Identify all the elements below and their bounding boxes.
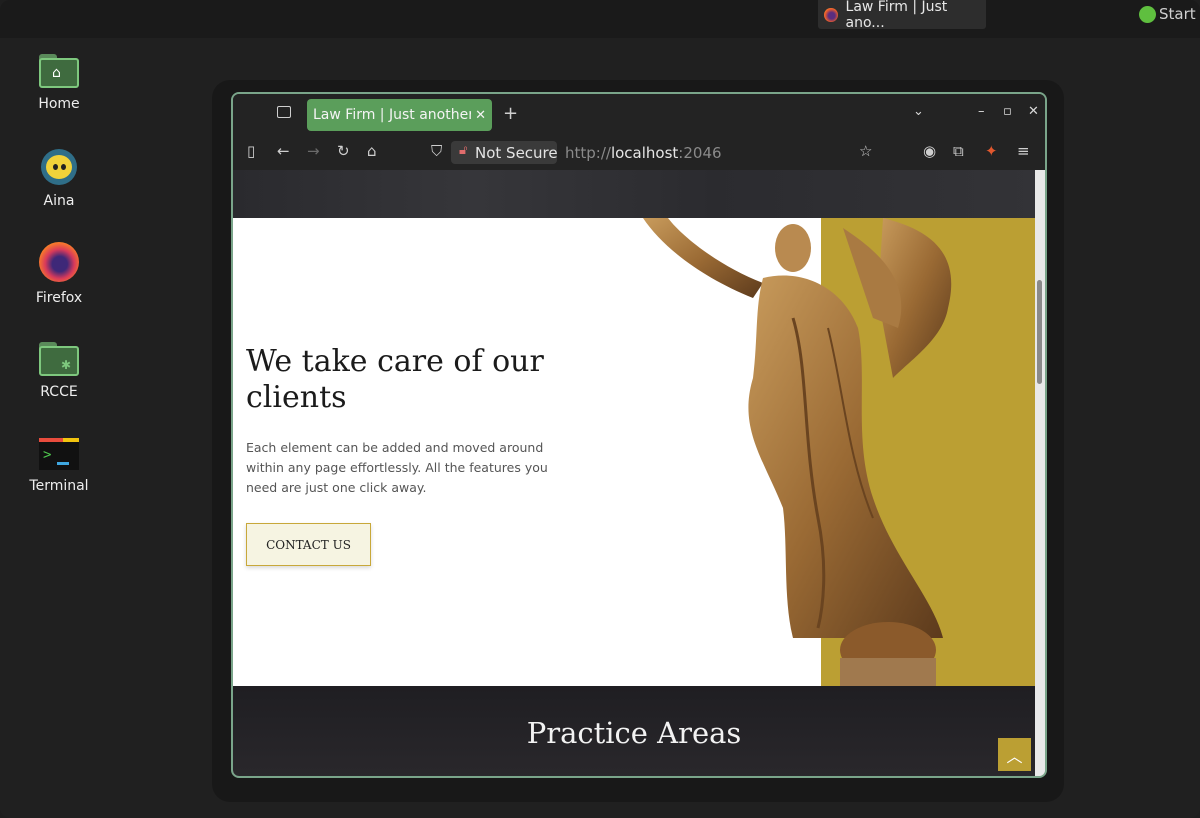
firefox-icon	[39, 242, 79, 282]
scrollbar-thumb[interactable]	[1037, 280, 1042, 384]
browser-window: Law Firm | Just another ✕ + ⌄ – ▫ ✕ ▯ ← …	[231, 92, 1047, 778]
url-host: localhost	[610, 144, 679, 162]
terminal-icon: >	[39, 438, 79, 470]
page-viewport: We take care of our clients Each element…	[233, 170, 1045, 776]
forward-icon[interactable]: →	[307, 142, 320, 160]
practice-areas-section: Practice Areas	[233, 686, 1035, 776]
close-window-icon[interactable]: ✕	[1028, 104, 1039, 119]
chevron-up-icon: ︿	[1006, 746, 1023, 766]
start-label: Start	[1159, 5, 1196, 23]
tab-bar: Law Firm | Just another ✕ + ⌄ – ▫ ✕	[233, 94, 1045, 134]
contact-us-button[interactable]: CONTACT US	[246, 523, 371, 566]
desktop-icon-firefox[interactable]: Firefox	[14, 242, 104, 338]
extensions-icon[interactable]: ⧉	[953, 142, 964, 160]
tab-list-icon[interactable]	[277, 106, 291, 118]
shield-icon[interactable]: ⛉	[431, 142, 442, 160]
start-icon	[1139, 5, 1156, 23]
desktop-icons: ⌂ Home Aina Firefox ✱ RCCE > Terminal	[14, 50, 104, 530]
rcce-folder-icon: ✱	[39, 342, 79, 376]
home-folder-icon: ⌂	[39, 54, 79, 88]
account-icon[interactable]: ◉	[923, 142, 936, 160]
taskbar-window-button[interactable]: Law Firm | Just ano...	[818, 0, 986, 31]
page-scrollbar[interactable]	[1035, 170, 1045, 776]
sidebar-icon[interactable]: ▯	[247, 142, 255, 160]
url-port: :2046	[678, 144, 722, 162]
menu-icon[interactable]: ≡	[1017, 142, 1030, 160]
top-panel: Law Firm | Just ano... Start	[0, 0, 1200, 38]
reload-icon[interactable]: ↻	[337, 142, 350, 160]
desktop-icon-label: Home	[38, 96, 80, 112]
chevron-down-icon[interactable]: ⌄	[913, 104, 924, 119]
minimize-icon[interactable]: –	[978, 104, 985, 119]
url-scheme: http://	[565, 144, 611, 162]
desktop-icon-aina[interactable]: Aina	[14, 146, 104, 242]
home-icon[interactable]: ⌂	[367, 142, 377, 160]
hero-heading: We take care of our clients	[246, 344, 544, 415]
url-field[interactable]: http://localhost:2046	[565, 144, 722, 162]
close-tab-icon[interactable]: ✕	[475, 108, 486, 123]
extension-fox-icon[interactable]: ✦	[985, 142, 998, 160]
nav-bar: ▯ ← → ↻ ⌂ ⛉ 🔓︎ Not Secure http://localho…	[233, 134, 1045, 170]
site-header-strip	[233, 170, 1035, 218]
maximize-icon[interactable]: ▫	[1003, 104, 1012, 119]
bookmark-star-icon[interactable]: ☆	[859, 142, 872, 160]
desktop-icon-label: Aina	[43, 193, 75, 209]
hero-text: Each element can be added and moved arou…	[246, 440, 548, 495]
taskbar-window-title: Law Firm | Just ano...	[845, 0, 948, 31]
desktop-icon-home[interactable]: ⌂ Home	[14, 50, 104, 146]
statue-image	[643, 218, 952, 686]
practice-areas-heading: Practice Areas	[526, 716, 742, 750]
tab-active[interactable]: Law Firm | Just another ✕	[307, 99, 492, 131]
back-icon[interactable]: ←	[277, 142, 290, 160]
desktop-icon-label: Firefox	[35, 290, 83, 306]
new-tab-icon[interactable]: +	[503, 103, 518, 124]
desktop: Law Firm | Just ano... Start ⌂ Home Aina…	[0, 0, 1200, 818]
desktop-icon-rcce[interactable]: ✱ RCCE	[14, 338, 104, 434]
desktop-icon-label: RCCE	[40, 384, 78, 400]
firefox-small-icon	[824, 7, 838, 22]
aina-icon	[41, 149, 77, 185]
start-button[interactable]: Start	[1139, 5, 1196, 23]
hero-section: We take care of our clients Each element…	[233, 218, 1035, 686]
tab-title: Law Firm | Just another	[313, 107, 472, 123]
security-label: Not Secure	[475, 144, 558, 162]
lock-icon: 🔓︎	[459, 143, 468, 158]
desktop-icon-label: Terminal	[29, 478, 89, 494]
scroll-to-top-button[interactable]: ︿	[998, 738, 1031, 771]
desktop-icon-terminal[interactable]: > Terminal	[14, 434, 104, 530]
